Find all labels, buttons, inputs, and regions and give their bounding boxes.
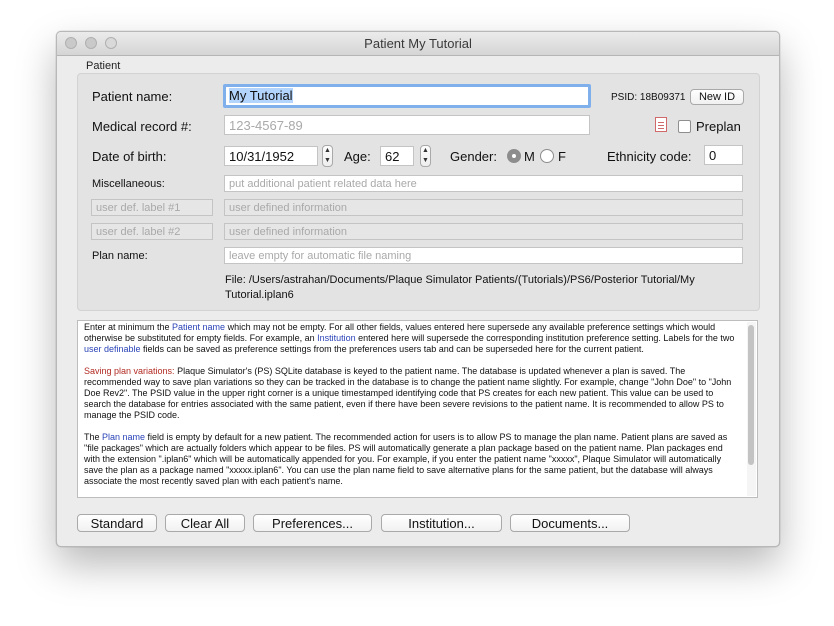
- institution-button[interactable]: Institution...: [381, 514, 502, 532]
- preplan-label: Preplan: [696, 119, 741, 134]
- ethnicity-code-input[interactable]: [704, 145, 743, 165]
- user-def-label-2-input[interactable]: [91, 223, 213, 240]
- preferences-button[interactable]: Preferences...: [253, 514, 372, 532]
- help-text: Enter at minimum the Patient name which …: [84, 322, 739, 497]
- plan-name-link: Plan name: [102, 432, 146, 442]
- stepper-down-icon[interactable]: ▼: [421, 156, 430, 166]
- preplan-checkbox[interactable]: [678, 120, 691, 133]
- title-bar: Patient My Tutorial: [57, 32, 779, 56]
- date-of-birth-input[interactable]: [224, 146, 318, 166]
- help-scrollbar-thumb[interactable]: [748, 325, 754, 465]
- user-def-label-1-input[interactable]: [91, 199, 213, 216]
- miscellaneous-input[interactable]: [224, 175, 743, 192]
- plan-name-input[interactable]: [224, 247, 743, 264]
- patient-name-input[interactable]: My Tutorial: [223, 84, 591, 108]
- gender-m-radio[interactable]: [507, 149, 521, 163]
- window-title: Patient My Tutorial: [364, 36, 472, 51]
- saving-plan-variations-heading: Saving plan variations:: [84, 366, 175, 376]
- file-path-text: File: /Users/astrahan/Documents/Plaque S…: [225, 274, 695, 301]
- help-text-box[interactable]: Enter at minimum the Patient name which …: [77, 320, 758, 498]
- gender-m-label: M: [524, 149, 535, 164]
- patient-name-label: Patient name:: [92, 89, 173, 104]
- standard-button[interactable]: Standard: [77, 514, 157, 532]
- help-paragraph-3: The Plan name field is empty by default …: [84, 432, 728, 486]
- date-of-birth-stepper[interactable]: ▲ ▼: [322, 145, 333, 167]
- gender-f-label: F: [558, 149, 566, 164]
- institution-link: Institution: [317, 333, 356, 343]
- medical-record-input[interactable]: [224, 115, 590, 135]
- clear-all-button[interactable]: Clear All: [165, 514, 245, 532]
- new-id-button[interactable]: New ID: [690, 89, 744, 105]
- medical-record-label: Medical record #:: [92, 119, 192, 134]
- patient-window: Patient My Tutorial Patient Patient name…: [56, 31, 780, 547]
- documents-button[interactable]: Documents...: [510, 514, 630, 532]
- age-input[interactable]: [380, 146, 414, 166]
- stepper-up-icon[interactable]: ▲: [421, 146, 430, 156]
- help-paragraph-1: Enter at minimum the Patient name which …: [84, 322, 735, 354]
- ethnicity-code-label: Ethnicity code:: [607, 149, 692, 164]
- patient-group-label: Patient: [86, 60, 121, 72]
- miscellaneous-label: Miscellaneous:: [92, 178, 165, 190]
- age-label: Age:: [344, 149, 371, 164]
- psid-text: PSID: 18B09371: [611, 92, 686, 103]
- age-stepper[interactable]: ▲ ▼: [420, 145, 431, 167]
- help-paragraph-2: Saving plan variations: Plaque Simulator…: [84, 366, 732, 420]
- gender-label: Gender:: [450, 149, 497, 164]
- plan-name-label: Plan name:: [92, 250, 148, 262]
- document-icon[interactable]: [655, 117, 667, 132]
- user-def-info-1-input[interactable]: [224, 199, 743, 216]
- stepper-down-icon[interactable]: ▼: [323, 156, 332, 166]
- patient-name-value: My Tutorial: [229, 88, 293, 103]
- patient-name-link: Patient name: [172, 322, 226, 332]
- date-of-birth-label: Date of birth:: [92, 149, 167, 164]
- user-def-info-2-input[interactable]: [224, 223, 743, 240]
- help-scrollbar[interactable]: [747, 322, 756, 496]
- user-definable-link: user definable: [84, 344, 141, 354]
- stepper-up-icon[interactable]: ▲: [323, 146, 332, 156]
- gender-f-radio[interactable]: [540, 149, 554, 163]
